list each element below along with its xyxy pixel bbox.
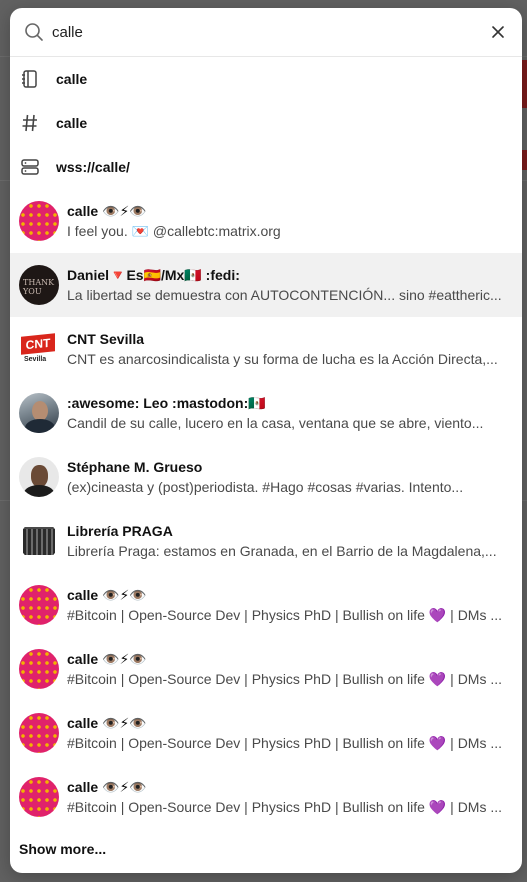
avatar bbox=[19, 521, 59, 561]
avatar-logo-subtext: Sevilla bbox=[24, 356, 47, 363]
suggestion-label: wss://calle/ bbox=[56, 159, 130, 175]
user-result[interactable]: calle 👁️⚡👁️ #Bitcoin | Open-Source Dev |… bbox=[10, 637, 522, 701]
avatar bbox=[19, 649, 59, 689]
user-result[interactable]: calle 👁️⚡👁️ #Bitcoin | Open-Source Dev |… bbox=[10, 573, 522, 637]
suggestion-label: calle bbox=[56, 71, 88, 87]
server-icon bbox=[19, 156, 41, 178]
user-bio: #Bitcoin | Open-Source Dev | Physics PhD… bbox=[67, 671, 503, 687]
user-result[interactable]: Stéphane M. Grueso (ex)cineasta y (post)… bbox=[10, 445, 522, 509]
avatar-logo-text: CNT bbox=[21, 333, 55, 355]
avatar bbox=[19, 713, 59, 753]
user-name: calle 👁️⚡👁️ bbox=[67, 587, 147, 603]
user-bio: #Bitcoin | Open-Source Dev | Physics PhD… bbox=[67, 607, 503, 623]
user-result[interactable]: Librería PRAGA Librería Praga: estamos e… bbox=[10, 509, 522, 573]
user-result[interactable]: calle 👁️⚡👁️ #Bitcoin | Open-Source Dev |… bbox=[10, 701, 522, 765]
notebook-icon bbox=[19, 68, 41, 90]
close-icon[interactable] bbox=[486, 20, 510, 44]
user-result[interactable]: calle 👁️⚡👁️ I feel you. 💌 @callebtc:matr… bbox=[10, 189, 522, 253]
user-bio: CNT es anarcosindicalista y su forma de … bbox=[67, 351, 498, 367]
avatar bbox=[19, 393, 59, 433]
avatar bbox=[19, 457, 59, 497]
user-bio: I feel you. 💌 @callebtc:matrix.org bbox=[67, 223, 281, 239]
search-icon bbox=[22, 20, 46, 44]
search-panel: calle calle wss://calle/ calle 👁️⚡👁️ I f… bbox=[10, 8, 522, 873]
user-name: Daniel🔻Es🇪🇸/Mx🇲🇽 :fedi: bbox=[67, 267, 240, 283]
suggestion-hashtag[interactable]: calle bbox=[10, 101, 522, 145]
suggestion-label: calle bbox=[56, 115, 88, 131]
avatar: CNT Sevilla bbox=[19, 329, 59, 369]
suggestion-relay[interactable]: wss://calle/ bbox=[10, 145, 522, 189]
user-name: :awesome: Leo :mastodon:🇲🇽 bbox=[67, 395, 266, 411]
user-bio: #Bitcoin | Open-Source Dev | Physics PhD… bbox=[67, 799, 503, 815]
user-bio: Candil de su calle, lucero en la casa, v… bbox=[67, 415, 484, 431]
user-name: calle 👁️⚡👁️ bbox=[67, 715, 147, 731]
avatar-text: THANK YOU bbox=[23, 278, 55, 296]
search-bar bbox=[10, 8, 522, 57]
user-bio: Librería Praga: estamos en Granada, en e… bbox=[67, 543, 497, 559]
user-name: Stéphane M. Grueso bbox=[67, 459, 203, 475]
user-result[interactable]: CNT Sevilla CNT Sevilla CNT es anarcosin… bbox=[10, 317, 522, 381]
user-result[interactable]: calle 👁️⚡👁️ #Bitcoin | Open-Source Dev |… bbox=[10, 765, 522, 829]
user-bio: (ex)cineasta y (post)periodista. #Hago #… bbox=[67, 479, 464, 495]
suggestion-notebook[interactable]: calle bbox=[10, 57, 522, 101]
avatar: THANK YOU bbox=[19, 265, 59, 305]
avatar bbox=[19, 777, 59, 817]
user-name: calle 👁️⚡👁️ bbox=[67, 203, 147, 219]
user-bio: La libertad se demuestra con AUTOCONTENC… bbox=[67, 287, 502, 303]
search-input[interactable] bbox=[52, 23, 486, 41]
user-bio: #Bitcoin | Open-Source Dev | Physics PhD… bbox=[67, 735, 503, 751]
avatar bbox=[19, 201, 59, 241]
hashtag-icon bbox=[19, 112, 41, 134]
user-name: Librería PRAGA bbox=[67, 523, 173, 539]
user-name: calle 👁️⚡👁️ bbox=[67, 651, 147, 667]
user-result-selected[interactable]: THANK YOU Daniel🔻Es🇪🇸/Mx🇲🇽 :fedi: La lib… bbox=[10, 253, 522, 317]
show-more-button[interactable]: Show more... bbox=[10, 829, 522, 869]
user-name: CNT Sevilla bbox=[67, 331, 145, 347]
user-result[interactable]: :awesome: Leo :mastodon:🇲🇽 Candil de su … bbox=[10, 381, 522, 445]
avatar bbox=[19, 585, 59, 625]
user-name: calle 👁️⚡👁️ bbox=[67, 779, 147, 795]
